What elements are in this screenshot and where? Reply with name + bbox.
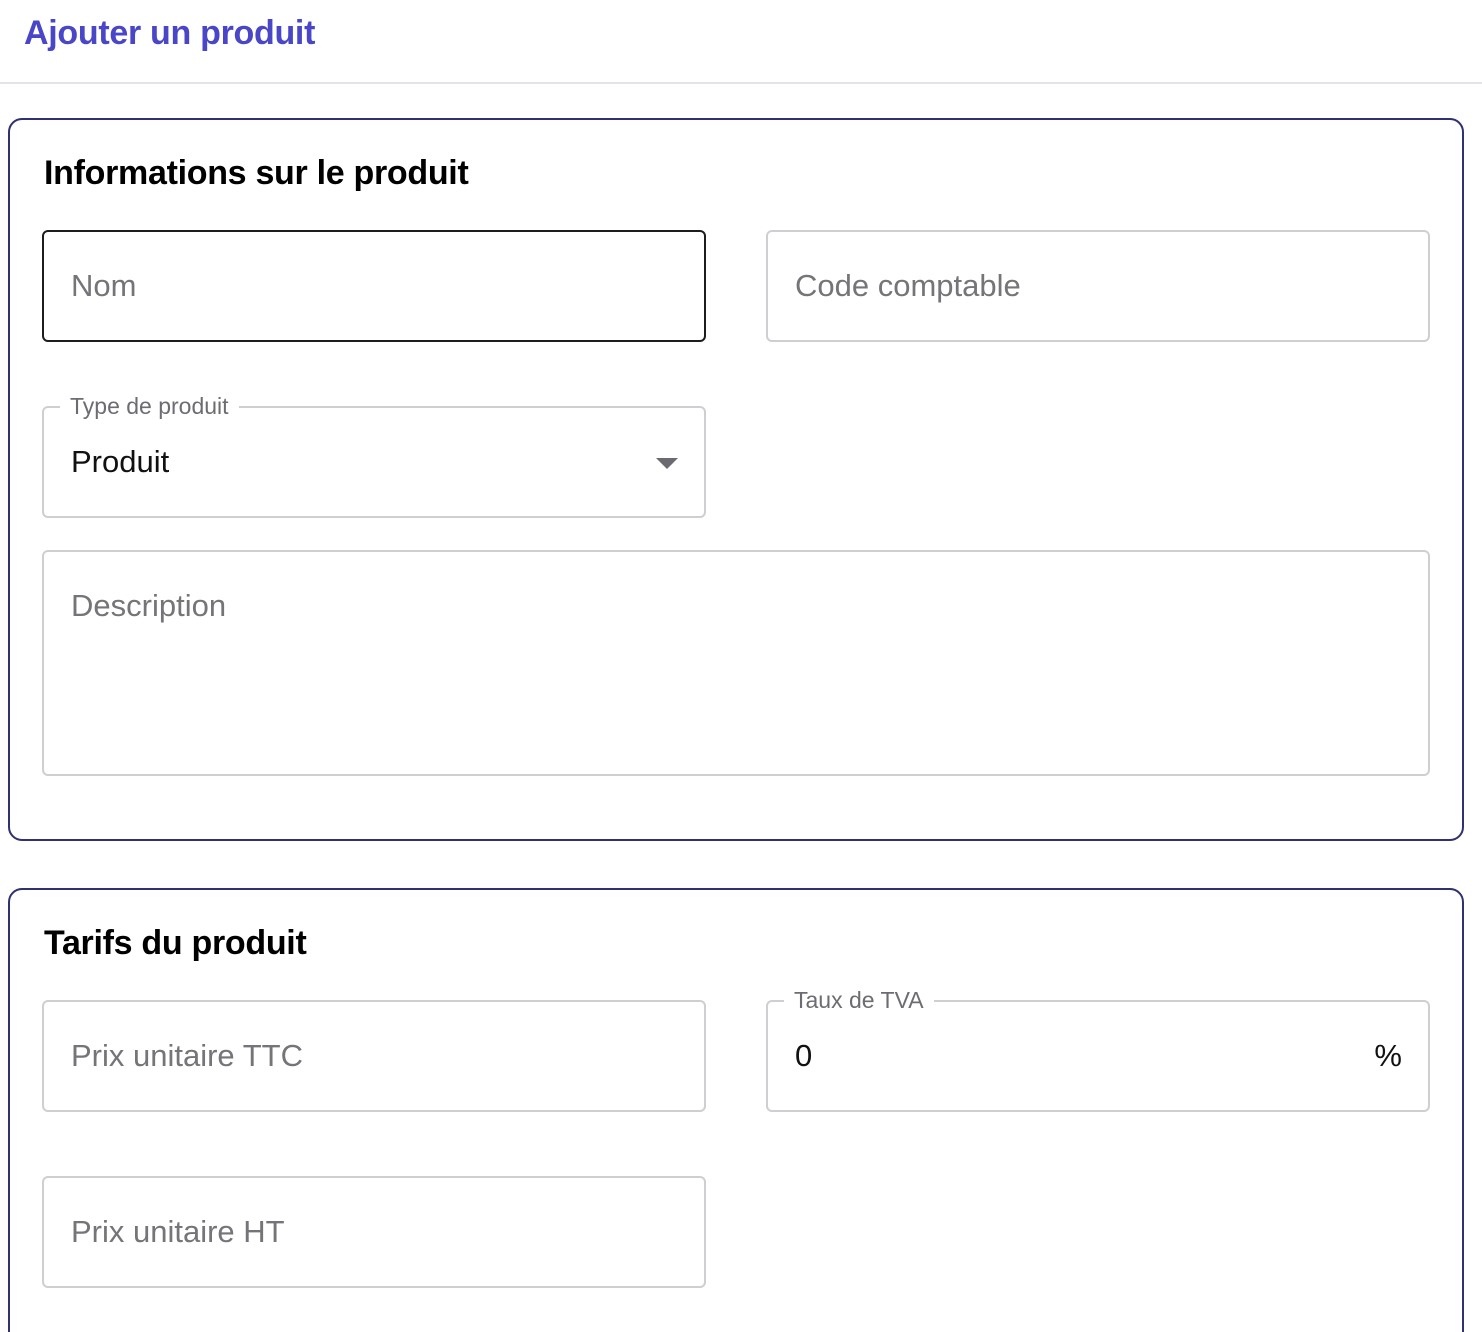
description-placeholder: Description: [71, 588, 227, 623]
name-placeholder: Nom: [71, 268, 137, 303]
unit-price-ht-field[interactable]: Prix unitaire HT: [42, 1176, 706, 1288]
unit-price-ttc-field[interactable]: Prix unitaire TTC: [42, 1000, 706, 1112]
chevron-down-icon[interactable]: [656, 458, 678, 469]
product-type-value: Produit: [71, 444, 170, 479]
vat-rate-label: Taux de TVA: [784, 986, 934, 1014]
vat-rate-value: 0: [795, 1038, 813, 1073]
vat-rate-field[interactable]: Taux de TVA 0 %: [766, 986, 1430, 1112]
accounting-code-field[interactable]: Code comptable: [766, 230, 1430, 342]
percent-suffix: %: [1374, 1038, 1402, 1073]
pricing-title: Tarifs du produit: [44, 924, 307, 962]
product-info-card: Informations sur le produit Nom Code com…: [8, 118, 1464, 841]
product-type-select[interactable]: Type de produit Produit: [42, 392, 706, 518]
page-title: Ajouter un produit: [24, 14, 316, 52]
page-header: Ajouter un produit: [0, 0, 1482, 84]
unit-price-ttc-placeholder: Prix unitaire TTC: [71, 1038, 303, 1073]
accounting-code-placeholder: Code comptable: [795, 268, 1021, 303]
product-type-label: Type de produit: [60, 392, 239, 420]
pricing-card: Tarifs du produit Prix unitaire TTC Taux…: [8, 888, 1464, 1332]
add-product-page: Ajouter un produit Informations sur le p…: [0, 0, 1482, 1332]
product-info-title: Informations sur le produit: [44, 154, 469, 192]
unit-price-ht-placeholder: Prix unitaire HT: [71, 1214, 285, 1249]
description-field[interactable]: Description: [42, 550, 1430, 776]
name-field[interactable]: Nom: [42, 230, 706, 342]
